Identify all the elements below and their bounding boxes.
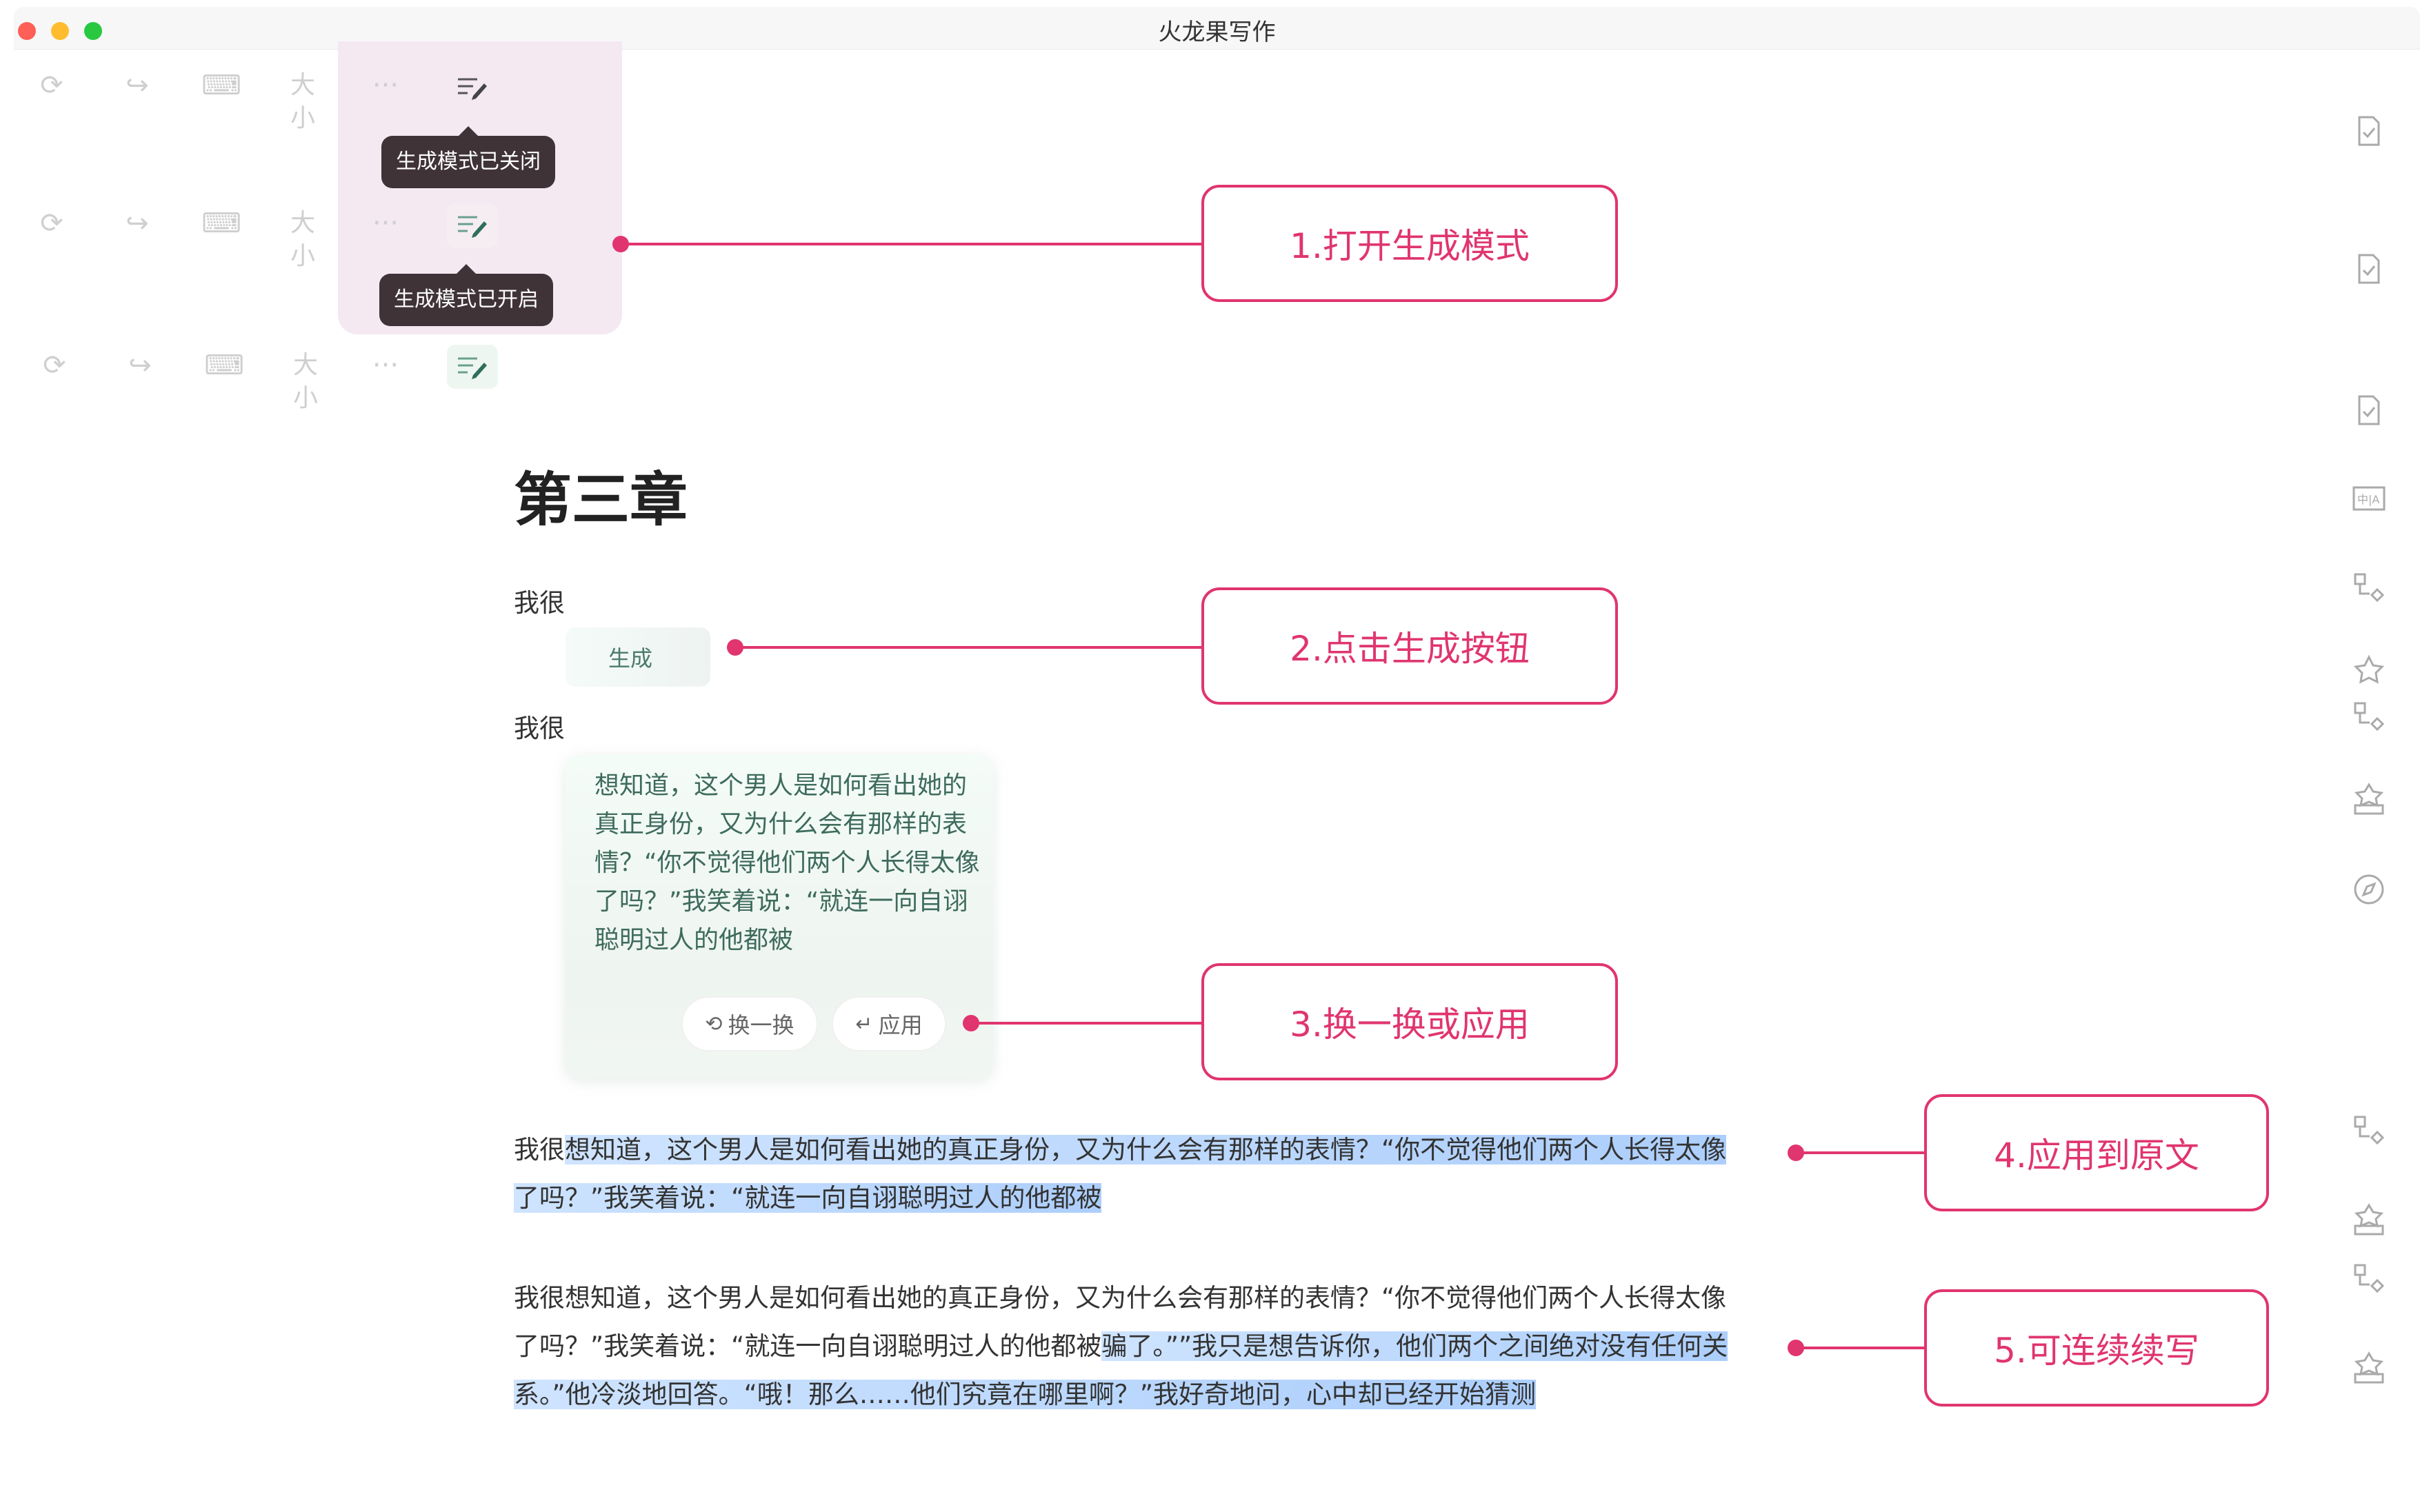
callout-5-box: 5.可连续续写 <box>1924 1289 2269 1407</box>
callout-3-box: 3.换一换或应用 <box>1201 963 1618 1080</box>
swap-icon: ⟲ <box>705 1011 723 1036</box>
continued-line-1: 我很想知道，这个男人是如何看出她的真正身份，又为什么会有那样的表情？“你不觉得他… <box>514 1283 1727 1313</box>
generate-button[interactable]: 生成 <box>566 627 710 687</box>
callout-5-line <box>1796 1347 1927 1349</box>
keyboard-icon[interactable]: ⌨ <box>200 349 248 382</box>
continued-line-3: 系。”他冷淡地回答。“哦！那么……他们究竟在哪里啊？”我好奇地问，心中却已经开始… <box>514 1371 1537 1419</box>
apply-button[interactable]: ↵ 应用 <box>832 996 946 1051</box>
prompt-text-1: 我很 <box>514 588 565 618</box>
svg-text:中|A: 中|A <box>2357 493 2379 506</box>
star-box-icon[interactable] <box>2345 1196 2393 1244</box>
generate-mode-icon[interactable] <box>447 65 498 110</box>
generated-suggestion-text: 想知道，这个男人是如何看出她的真正身份，又为什么会有那样的表情？“你不觉得他们两… <box>594 772 980 954</box>
font-size-icon[interactable]: 大小 <box>279 207 327 273</box>
doc-check-icon[interactable] <box>2345 386 2393 434</box>
redo-icon[interactable]: ↪ <box>113 69 161 102</box>
compass-icon[interactable] <box>2345 865 2393 914</box>
doc-check-icon[interactable] <box>2345 245 2393 293</box>
callout-3-line <box>971 1022 1204 1025</box>
refresh-icon[interactable]: ⟳ <box>28 207 76 240</box>
callout-2-line <box>735 646 1204 649</box>
continued-line-2: 了吗？”我笑着说：“就连一向自诩聪明过人的他都被骗了。””我只是想告诉你，他们两… <box>514 1322 1728 1371</box>
refresh-icon[interactable]: ⟳ <box>30 349 79 382</box>
redo-icon[interactable]: ↪ <box>113 207 161 240</box>
callout-2-box: 2.点击生成按钮 <box>1201 587 1618 705</box>
applied-paragraph-line-1: 我很想知道，这个男人是如何看出她的真正身份，又为什么会有那样的表情？“你不觉得他… <box>514 1126 1727 1174</box>
applied-highlight-2: 了吗？”我笑着说：“就连一向自诩聪明过人的他都被 <box>514 1183 1102 1213</box>
doc-check-icon[interactable] <box>2345 107 2393 155</box>
callout-4-box: 4.应用到原文 <box>1924 1094 2269 1211</box>
tooltip-mode-off: 生成模式已关闭 <box>381 126 555 188</box>
chapter-heading: 第三章 <box>514 466 688 534</box>
tooltip-mode-on: 生成模式已开启 <box>379 264 553 326</box>
prompt-text-2: 我很 <box>514 714 565 743</box>
more-icon[interactable]: ··· <box>361 69 410 102</box>
star-box-icon[interactable] <box>2345 1344 2393 1393</box>
keyboard-icon[interactable]: ⌨ <box>197 207 246 240</box>
applied-paragraph-line-2: 了吗？”我笑着说：“就连一向自诩聪明过人的他都被 <box>514 1174 1102 1222</box>
continued-plain: 了吗？”我笑着说：“就连一向自诩聪明过人的他都被 <box>514 1331 1102 1361</box>
translate-icon[interactable]: 中|A <box>2345 474 2393 523</box>
swap-button-label: 换一换 <box>728 1012 794 1038</box>
convert-icon[interactable] <box>2345 564 2393 612</box>
apply-icon: ↵ <box>855 1011 873 1036</box>
generate-mode-icon[interactable] <box>447 345 498 389</box>
convert-icon[interactable] <box>2345 693 2393 741</box>
redo-icon[interactable]: ↪ <box>116 349 164 382</box>
applied-prefix: 我很 <box>514 1135 565 1165</box>
callout-4-line <box>1796 1151 1927 1154</box>
applied-highlight-1: 想知道，这个男人是如何看出她的真正身份，又为什么会有那样的表情？“你不觉得他们两… <box>565 1135 1727 1165</box>
font-size-icon[interactable]: 大小 <box>281 349 330 415</box>
more-icon[interactable]: ··· <box>361 207 410 240</box>
callout-1-line <box>621 243 1203 245</box>
convert-icon[interactable] <box>2345 1255 2393 1303</box>
star-box-icon[interactable] <box>2345 648 2393 696</box>
star-box-icon[interactable] <box>2345 776 2393 824</box>
refresh-icon[interactable]: ⟳ <box>28 69 76 102</box>
callout-1-box: 1.打开生成模式 <box>1201 185 1618 302</box>
generate-mode-icon[interactable] <box>447 203 498 248</box>
keyboard-icon[interactable]: ⌨ <box>197 69 246 102</box>
more-icon[interactable]: ··· <box>361 349 410 382</box>
generate-button-label: 生成 <box>608 645 653 672</box>
convert-icon[interactable] <box>2345 1107 2393 1155</box>
font-size-icon[interactable]: 大小 <box>279 69 327 135</box>
swap-button[interactable]: ⟲ 换一换 <box>681 996 818 1051</box>
apply-button-label: 应用 <box>878 1012 923 1038</box>
continued-highlight-1: 骗了。””我只是想告诉你，他们两个之间绝对没有任何关 <box>1101 1331 1728 1361</box>
continued-highlight-2: 系。”他冷淡地回答。“哦！那么……他们究竟在哪里啊？”我好奇地问，心中却已经开始… <box>514 1380 1537 1409</box>
